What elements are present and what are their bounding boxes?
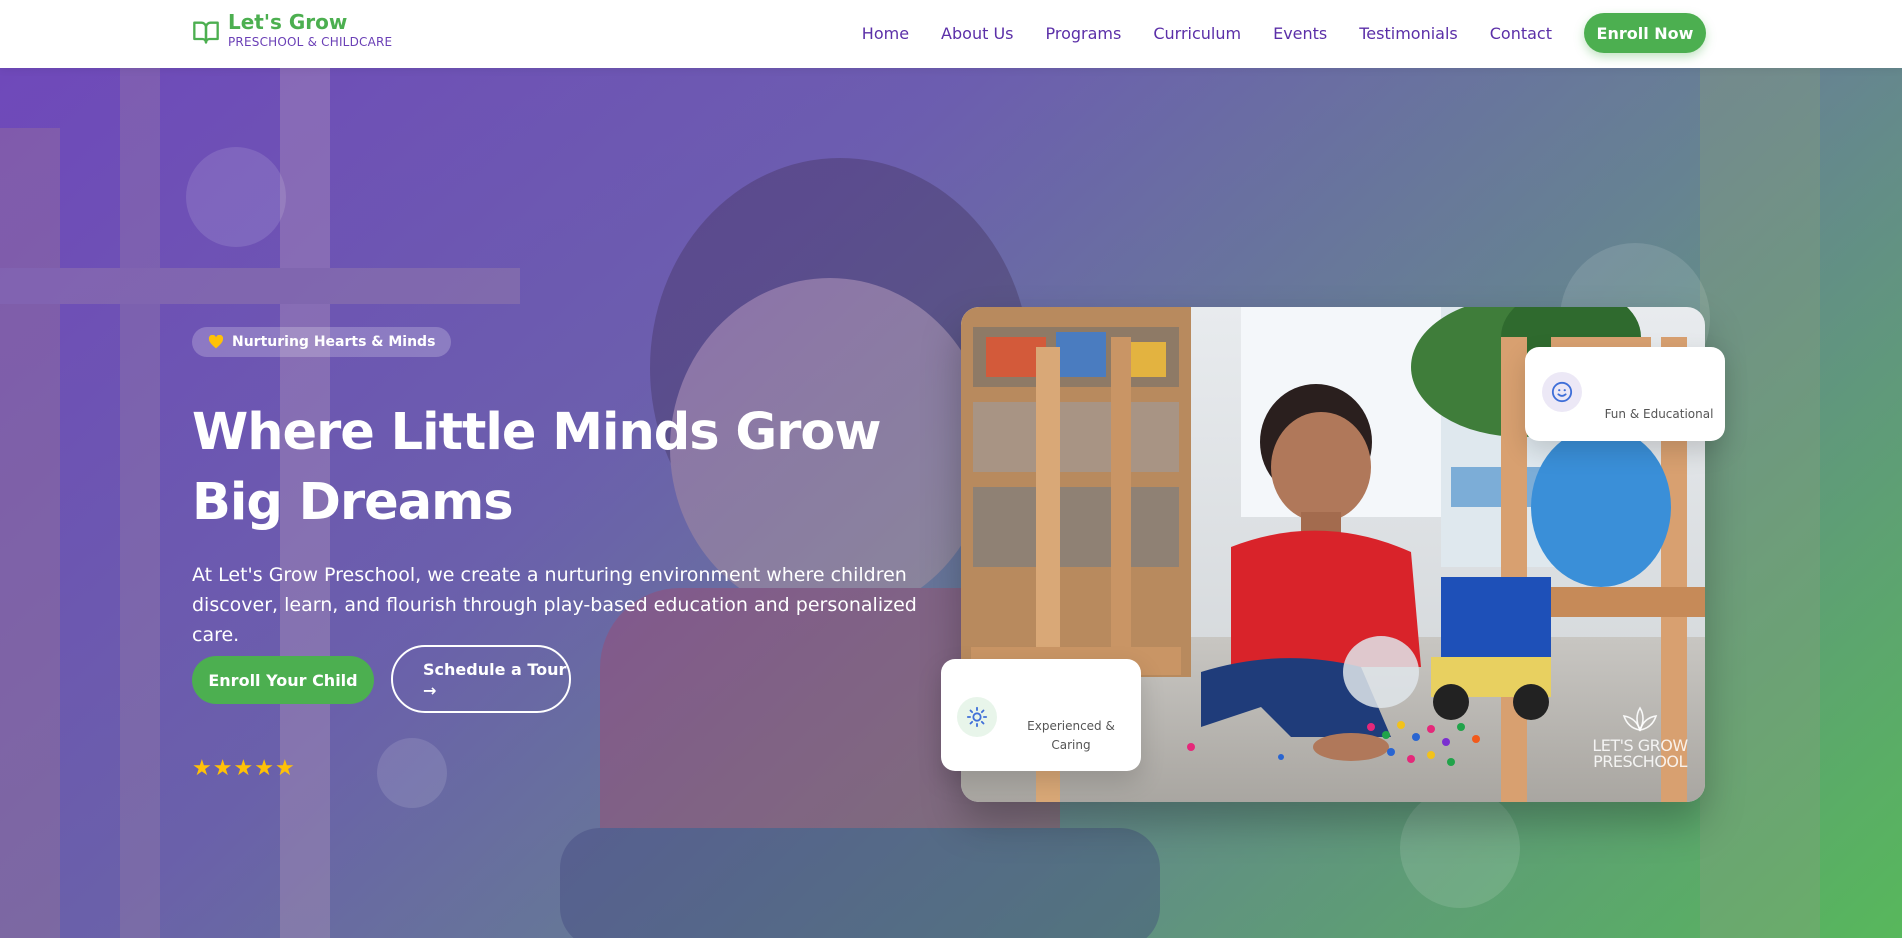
smile-icon bbox=[1542, 372, 1582, 412]
nav-link-about-us[interactable]: About Us bbox=[941, 24, 1013, 43]
decorative-circle bbox=[1400, 788, 1520, 908]
nav-link-home[interactable]: Home bbox=[862, 24, 909, 43]
badge-label: Nurturing Hearts & Minds bbox=[232, 334, 436, 350]
open-book-icon bbox=[193, 21, 219, 44]
site-logo[interactable]: Let's Grow PRESCHOOL & CHILDCARE bbox=[192, 10, 392, 50]
star-icon: ★ bbox=[233, 756, 254, 781]
sun-icon bbox=[957, 697, 997, 737]
hero-headline: Where Little Minds Grow Big Dreams bbox=[192, 403, 882, 532]
feature-card-label: Experienced & Caring bbox=[1027, 719, 1115, 752]
hero-badge: Nurturing Hearts & Minds bbox=[192, 327, 452, 357]
brand-tagline: PRESCHOOL & CHILDCARE bbox=[228, 35, 393, 49]
enroll-now-button[interactable]: Enroll Now bbox=[1584, 13, 1706, 53]
hero-subtext: At Let's Grow Preschool, we create a nur… bbox=[192, 564, 917, 646]
schedule-tour-button[interactable]: Schedule a Tour → bbox=[391, 645, 571, 713]
brand-name: Let's Grow bbox=[228, 10, 348, 34]
star-icon: ★ bbox=[212, 756, 233, 781]
nav-link-curriculum[interactable]: Curriculum bbox=[1153, 24, 1241, 43]
feature-card-experienced-caring: Experienced & Caring bbox=[941, 659, 1141, 771]
arrow-right-icon: → bbox=[423, 681, 437, 700]
top-navigation: Let's Grow PRESCHOOL & CHILDCARE Home Ab… bbox=[0, 0, 1902, 68]
nav-link-programs[interactable]: Programs bbox=[1045, 24, 1121, 43]
main-menu: Home About Us Programs Curriculum Events… bbox=[862, 0, 1552, 66]
logo-text: Let's Grow PRESCHOOL & CHILDCARE bbox=[228, 10, 392, 50]
rating-stars: ★ ★ ★ ★ ★ bbox=[192, 758, 295, 780]
enroll-your-child-button[interactable]: Enroll Your Child bbox=[192, 656, 374, 704]
heart-icon bbox=[208, 335, 224, 349]
photo-watermark: LET'S GROW PRESCHOOL bbox=[1590, 706, 1690, 770]
schedule-tour-label: Schedule a Tour bbox=[423, 660, 567, 679]
feature-card-fun-educational: Fun & Educational bbox=[1525, 347, 1725, 441]
decorative-circle bbox=[377, 738, 447, 808]
decorative-circle bbox=[186, 147, 286, 247]
nav-link-events[interactable]: Events bbox=[1273, 24, 1327, 43]
nav-link-testimonials[interactable]: Testimonials bbox=[1359, 24, 1458, 43]
lotus-logo-icon bbox=[1622, 706, 1658, 732]
star-icon: ★ bbox=[274, 756, 295, 781]
watermark-text: LET'S GROW PRESCHOOL bbox=[1592, 736, 1688, 771]
feature-card-label: Fun & Educational bbox=[1604, 407, 1714, 421]
nav-link-contact[interactable]: Contact bbox=[1490, 24, 1552, 43]
star-icon: ★ bbox=[254, 756, 274, 781]
star-icon: ★ bbox=[192, 756, 212, 781]
